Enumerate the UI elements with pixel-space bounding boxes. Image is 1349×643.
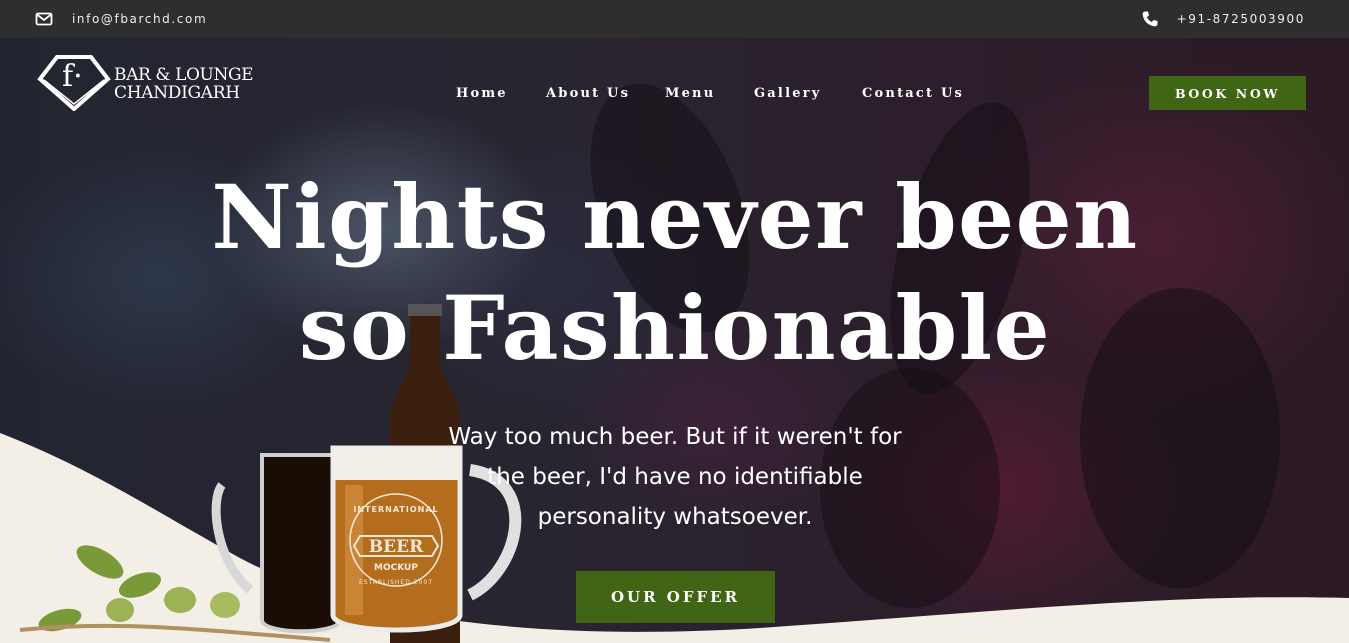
book-now-button[interactable]: BOOK NOW (1149, 76, 1306, 110)
nav-contact-us[interactable]: Contact Us (862, 86, 964, 101)
brand-name-line1: BAR & LOUNGE (114, 65, 254, 85)
hero-headline-line2: so Fashionable (298, 276, 1052, 380)
hero-subtext-line1: Way too much beer. But if it weren't for (448, 424, 902, 450)
hero-subtext-line2: the beer, I'd have no identifiable (487, 464, 863, 490)
phone-icon (1141, 10, 1159, 28)
phone-contact[interactable]: +91-8725003900 (1141, 10, 1305, 28)
nav-menu[interactable]: Menu (665, 86, 715, 101)
nav-home[interactable]: Home (456, 86, 508, 101)
envelope-icon (35, 10, 53, 28)
our-offer-button[interactable]: OUR OFFER (576, 571, 775, 623)
main-nav: Home About Us Menu Gallery Contact Us (0, 86, 1349, 104)
mug-label-arc-bottom: ESTABLISHED 2007 (359, 579, 433, 586)
brand-logo[interactable]: f· BAR & LOUNGE CHANDIGARH (37, 53, 277, 113)
nav-gallery[interactable]: Gallery (754, 86, 821, 101)
mug-label-sub: MOCKUP (374, 563, 418, 573)
hero-headline-line1: Nights never been (211, 165, 1139, 269)
phone-text[interactable]: +91-8725003900 (1177, 12, 1305, 26)
top-contact-bar: info@fbarchd.com +91-8725003900 (0, 0, 1349, 38)
nav-about-us[interactable]: About Us (546, 86, 630, 101)
hops-leaves (38, 545, 240, 632)
email-contact[interactable]: info@fbarchd.com (35, 10, 207, 28)
mug-label-word: BEER (369, 537, 424, 557)
hero-headline: Nights never been so Fashionable (175, 162, 1175, 384)
hero-subtext: Way too much beer. But if it weren't for… (425, 417, 925, 537)
email-text[interactable]: info@fbarchd.com (72, 12, 207, 26)
hero-subtext-line3: personality whatsoever. (537, 504, 813, 530)
